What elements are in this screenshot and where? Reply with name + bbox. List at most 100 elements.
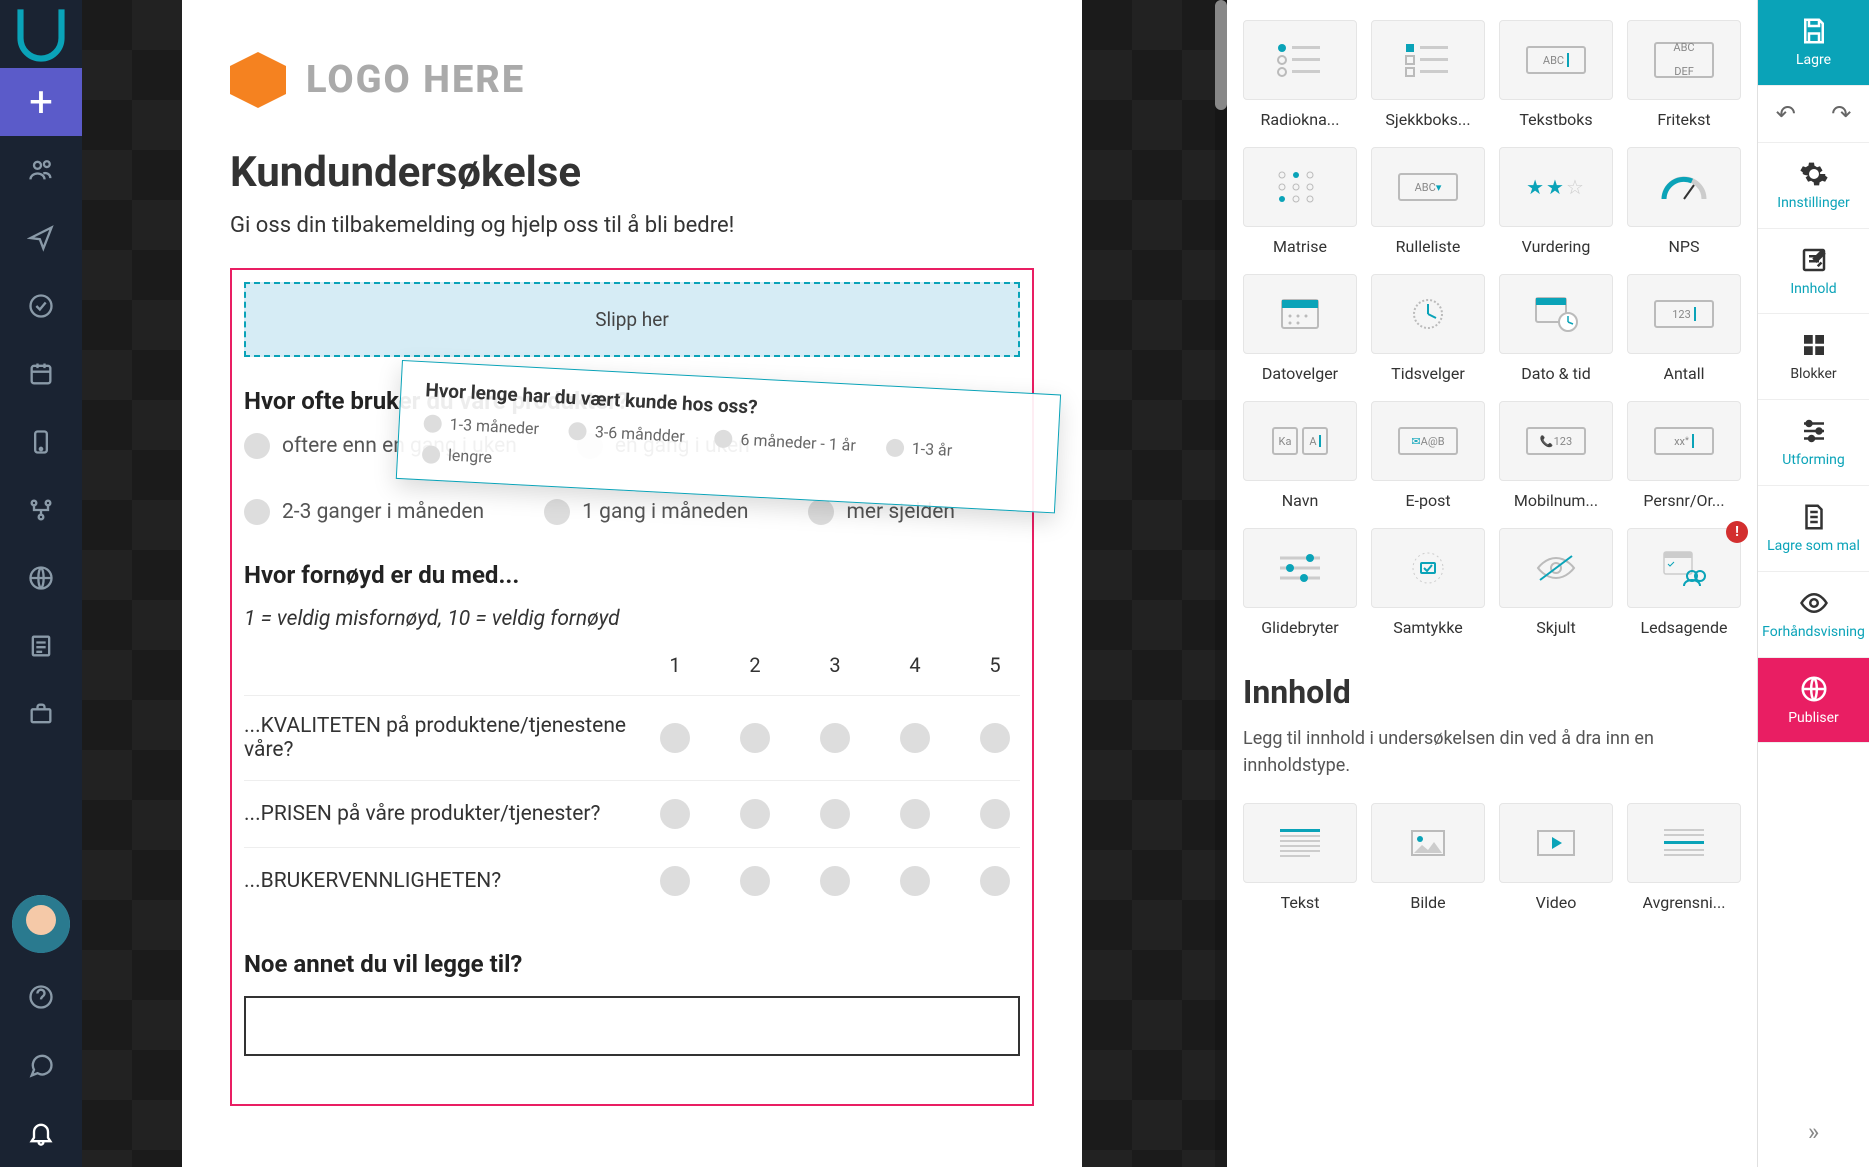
component-label: Skjult: [1536, 618, 1575, 637]
help-nav[interactable]: [0, 963, 82, 1031]
component-hidden[interactable]: Skjult: [1499, 528, 1613, 637]
question-satisfaction[interactable]: Hvor fornøyd er du med... 1 = veldig mis…: [244, 561, 1020, 914]
component-date[interactable]: Datovelger: [1243, 274, 1357, 383]
left-navigation: +: [0, 0, 82, 1167]
video-icon: [1499, 803, 1613, 883]
component-divider[interactable]: Avgrensni...: [1627, 803, 1741, 912]
component-ssn[interactable]: xx*Persnr/Or...: [1627, 401, 1741, 510]
cube-icon: [230, 52, 286, 108]
users-nav[interactable]: [0, 136, 82, 204]
radio-option[interactable]: 3-6 måndder: [568, 421, 685, 446]
component-label: Antall: [1664, 364, 1705, 383]
matrix-cell[interactable]: [900, 866, 930, 896]
check-nav[interactable]: [0, 272, 82, 340]
matrix-cell[interactable]: [820, 866, 850, 896]
preview-button[interactable]: Forhåndsvisning: [1758, 572, 1869, 658]
component-check[interactable]: Sjekkboks...: [1371, 20, 1485, 129]
component-radio[interactable]: Radiokna...: [1243, 20, 1357, 129]
radio-option[interactable]: 1 gang i måneden: [544, 499, 748, 525]
save-button[interactable]: Lagre: [1758, 0, 1869, 86]
globe-nav[interactable]: [0, 544, 82, 612]
textarea[interactable]: [244, 996, 1020, 1056]
survey-title[interactable]: Kundundersøkelse: [230, 148, 1034, 197]
number-icon: 123: [1627, 274, 1741, 354]
component-time[interactable]: Tidsvelger: [1371, 274, 1485, 383]
publish-button[interactable]: Publiser: [1758, 658, 1869, 744]
component-image[interactable]: Bilde: [1371, 803, 1485, 912]
content-button[interactable]: Innhold: [1758, 229, 1869, 315]
matrix-row: ...PRISEN på våre produkter/tjenester?: [244, 780, 1020, 847]
component-phone[interactable]: 📞 123Mobilnum...: [1499, 401, 1613, 510]
radio-option[interactable]: 2-3 ganger i måneden: [244, 499, 484, 525]
consent-icon: [1371, 528, 1485, 608]
user-avatar[interactable]: [12, 895, 70, 953]
check-icon: [1371, 20, 1485, 100]
scrollbar[interactable]: [1215, 0, 1227, 1167]
component-label: Ledsagende: [1641, 618, 1728, 637]
component-name[interactable]: KaA Navn: [1243, 401, 1357, 510]
matrix-cell[interactable]: [740, 799, 770, 829]
matrix-cell[interactable]: [660, 723, 690, 753]
component-textblock[interactable]: Tekst: [1243, 803, 1357, 912]
send-nav[interactable]: [0, 204, 82, 272]
dropzone[interactable]: Slipp her: [244, 282, 1020, 357]
settings-button[interactable]: Innstillinger: [1758, 143, 1869, 229]
redo-button[interactable]: ↷: [1831, 100, 1851, 128]
component-textbox[interactable]: ABCTekstboks: [1499, 20, 1613, 129]
matrix-cell[interactable]: [820, 799, 850, 829]
component-dropdown[interactable]: ABC ▾Rulleliste: [1371, 147, 1485, 256]
matrix-cell[interactable]: [740, 723, 770, 753]
component-label: E-post: [1405, 491, 1450, 510]
component-slider[interactable]: Glidebryter: [1243, 528, 1357, 637]
collapse-button[interactable]: »: [1758, 1098, 1869, 1167]
matrix-cell[interactable]: [740, 866, 770, 896]
layout-button[interactable]: Utforming: [1758, 400, 1869, 486]
radio-option[interactable]: 1-3 måneder: [423, 413, 539, 438]
matrix-cell[interactable]: [660, 866, 690, 896]
matrix-cell[interactable]: [660, 799, 690, 829]
component-label: Matrise: [1273, 237, 1327, 256]
flow-nav[interactable]: [0, 476, 82, 544]
chat-nav[interactable]: [0, 1031, 82, 1099]
radio-option[interactable]: lengre: [422, 444, 493, 467]
radio-option[interactable]: 6 måneder - 1 år: [714, 428, 856, 454]
component-companion[interactable]: !Ledsagende: [1627, 528, 1741, 637]
component-email[interactable]: ✉ A@BE-post: [1371, 401, 1485, 510]
bell-nav[interactable]: [0, 1099, 82, 1167]
component-gauge[interactable]: NPS: [1627, 147, 1741, 256]
question-title: Noe annet du vil legge til?: [244, 950, 1020, 978]
new-button[interactable]: +: [0, 68, 82, 136]
mobile-nav[interactable]: [0, 408, 82, 476]
survey-logo: LOGO HERE: [230, 52, 1034, 108]
gauge-icon: [1627, 147, 1741, 227]
component-number[interactable]: 123 Antall: [1627, 274, 1741, 383]
matrix-cell[interactable]: [980, 723, 1010, 753]
undo-button[interactable]: ↶: [1776, 100, 1796, 128]
radio-option[interactable]: 1-3 år: [885, 437, 952, 459]
component-stars[interactable]: ★★☆Vurdering: [1499, 147, 1613, 256]
matrix-cell[interactable]: [980, 799, 1010, 829]
component-consent[interactable]: Samtykke: [1371, 528, 1485, 637]
blocks-button[interactable]: Blokker: [1758, 314, 1869, 400]
component-datetime[interactable]: Dato & tid: [1499, 274, 1613, 383]
component-label: Datovelger: [1262, 364, 1338, 383]
matrix-cell[interactable]: [980, 866, 1010, 896]
save-as-template-button[interactable]: Lagre som mal: [1758, 486, 1869, 572]
component-video[interactable]: Video: [1499, 803, 1613, 912]
component-label: Navn: [1282, 491, 1319, 510]
calendar-nav[interactable]: [0, 340, 82, 408]
briefcase-nav[interactable]: [0, 680, 82, 748]
component-freetext[interactable]: ABCDEFFritekst: [1627, 20, 1741, 129]
matrix-cell[interactable]: [900, 723, 930, 753]
component-matrix[interactable]: Matrise: [1243, 147, 1357, 256]
dropdown-icon: ABC ▾: [1371, 147, 1485, 227]
app-logo: [0, 0, 82, 68]
matrix-cell[interactable]: [900, 799, 930, 829]
component-label: Dato & tid: [1521, 364, 1590, 383]
survey-subtitle[interactable]: Gi oss din tilbakemelding og hjelp oss t…: [230, 213, 1034, 238]
question-freetext[interactable]: Noe annet du vil legge til?: [244, 950, 1020, 1056]
matrix-cell[interactable]: [820, 723, 850, 753]
name-icon: KaA: [1243, 401, 1357, 481]
component-label: Tekstboks: [1519, 110, 1592, 129]
report-nav[interactable]: [0, 612, 82, 680]
